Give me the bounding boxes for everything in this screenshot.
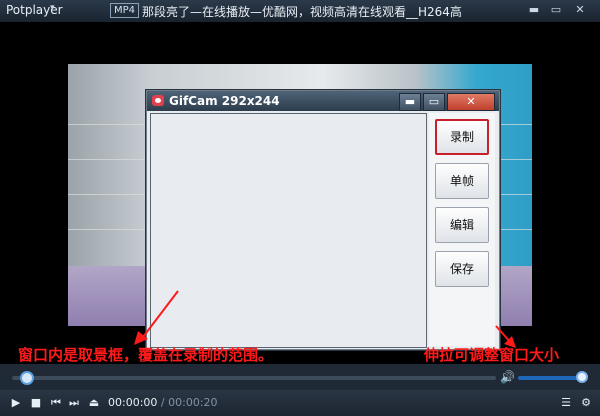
record-button[interactable]: 录制 [435, 119, 489, 155]
annotation-arrow-left [134, 290, 179, 345]
edit-button[interactable]: 编辑 [435, 207, 489, 243]
annotation-right: 伸拉可调整窗口大小 [424, 346, 560, 364]
seek-thumb[interactable] [19, 371, 34, 385]
time-separator: / [160, 396, 165, 409]
volume-icon[interactable]: 🔊 [500, 370, 516, 384]
media-title: 那段亮了—在线播放—优酷网，视频高清在线观看__H264高清_ [142, 5, 462, 19]
gifcam-close-button[interactable]: ✕ [447, 93, 495, 111]
maximize-button[interactable]: ▭ [548, 3, 564, 17]
close-button[interactable]: ✕ [572, 3, 588, 17]
gifcam-button-panel: 录制 单帧 编辑 保存 [429, 113, 495, 346]
time-display: 00:00:00 / 00:00:20 [108, 395, 218, 411]
seek-bar-area: 🔊 [0, 364, 600, 390]
gifcam-title: GifCam 292x244 [169, 94, 280, 108]
stop-icon[interactable]: ■ [28, 395, 44, 411]
minimize-button[interactable]: ▬ [526, 3, 542, 17]
current-time: 00:00:00 [108, 396, 158, 409]
single-frame-button[interactable]: 单帧 [435, 163, 489, 199]
gifcam-minimize-button[interactable]: ▬ [399, 93, 421, 111]
volume-track[interactable] [518, 376, 582, 380]
prev-icon[interactable]: ⏮ [48, 395, 64, 411]
video-area[interactable]: GifCam 292x244 ▬ ▭ ✕ 录制 单帧 编辑 保存 窗口内是取景框… [0, 22, 600, 364]
gifcam-logo-icon [152, 95, 164, 106]
volume-thumb[interactable] [576, 371, 588, 383]
settings-icon[interactable]: ⚙ [578, 395, 594, 411]
total-time: 00:00:20 [168, 396, 218, 409]
eject-icon[interactable]: ⏏ [86, 395, 102, 411]
control-bar: ▶ ■ ⏮ ⏭ ⏏ 00:00:00 / 00:00:20 ☰ ⚙ [0, 390, 600, 416]
player-titlebar: Potplayer ▾ MP4 那段亮了—在线播放—优酷网，视频高清在线观看__… [0, 0, 600, 22]
play-icon[interactable]: ▶ [8, 395, 24, 411]
next-icon[interactable]: ⏭ [66, 395, 82, 411]
save-button[interactable]: 保存 [435, 251, 489, 287]
gifcam-titlebar[interactable]: GifCam 292x244 ▬ ▭ ✕ [147, 91, 499, 111]
playlist-icon[interactable]: ☰ [558, 395, 574, 411]
seek-track[interactable] [12, 376, 496, 380]
app-menu-caret-icon[interactable]: ▾ [50, 3, 55, 13]
gifcam-capture-viewport[interactable] [150, 113, 427, 348]
gifcam-window[interactable]: GifCam 292x244 ▬ ▭ ✕ 录制 单帧 编辑 保存 [146, 90, 500, 350]
format-badge: MP4 [110, 3, 140, 18]
gifcam-maximize-button[interactable]: ▭ [423, 93, 445, 111]
annotation-left: 窗口内是取景框，覆盖在录制的范围。 [18, 346, 274, 364]
